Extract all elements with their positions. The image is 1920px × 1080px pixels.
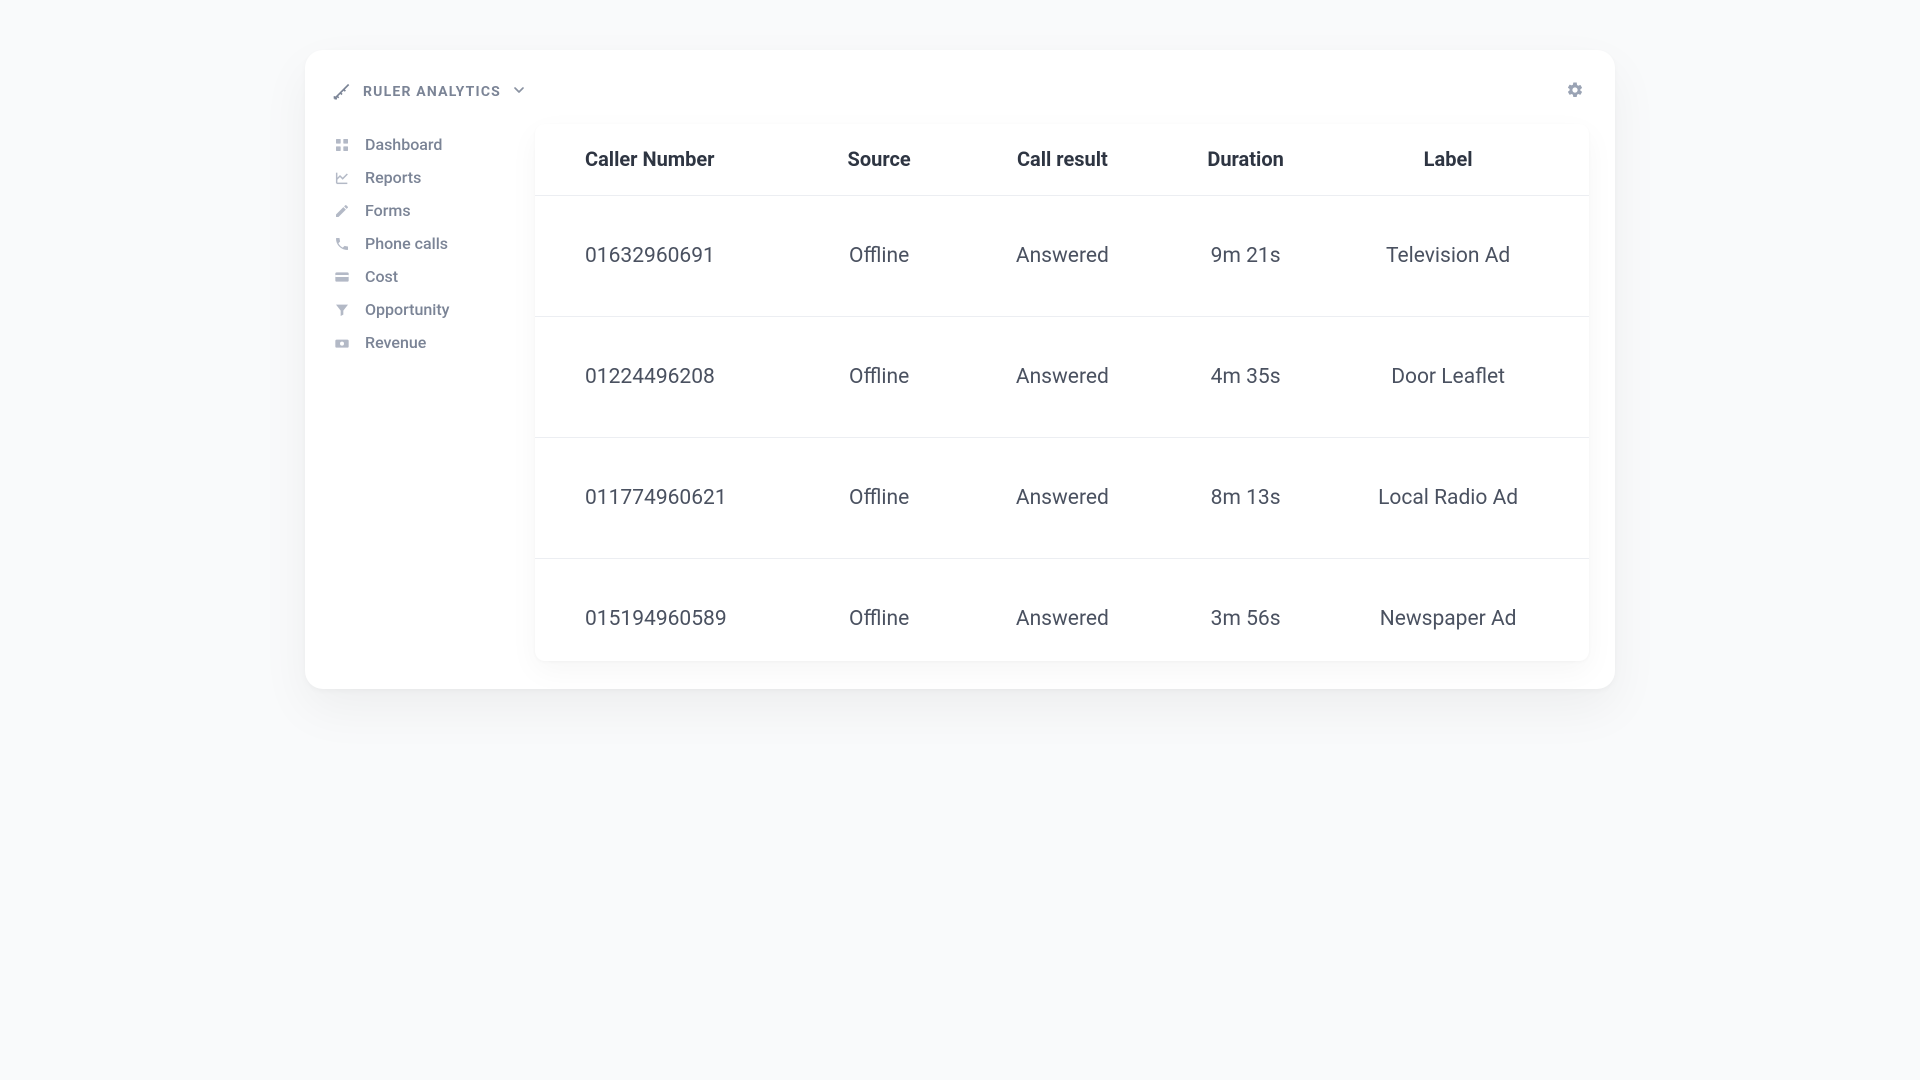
workspace-name: RULER ANALYTICS (363, 84, 501, 100)
sidebar-item-cost[interactable]: Cost (331, 260, 511, 293)
grid-icon (333, 136, 351, 154)
column-header-duration[interactable]: Duration (1154, 146, 1337, 173)
money-icon (333, 334, 351, 352)
ruler-logo-icon (331, 81, 353, 103)
sidebar-item-label: Opportunity (365, 300, 450, 319)
cell-source: Offline (788, 244, 971, 268)
cell-duration: 4m 35s (1154, 365, 1337, 389)
cell-caller-number: 01224496208 (565, 365, 788, 389)
cell-call-result: Answered (971, 607, 1154, 631)
workspace-switcher[interactable]: RULER ANALYTICS (331, 81, 527, 103)
cell-caller-number: 011774960621 (565, 486, 788, 510)
calls-table: Caller Number Source Call result Duratio… (535, 124, 1589, 661)
sidebar-item-label: Forms (365, 201, 411, 220)
sidebar-item-label: Phone calls (365, 234, 448, 253)
phone-icon (333, 235, 351, 253)
table-row[interactable]: 015194960589 Offline Answered 3m 56s New… (535, 559, 1589, 661)
cell-label: Door Leaflet (1337, 365, 1559, 389)
cell-caller-number: 01632960691 (565, 244, 788, 268)
column-header-caller-number[interactable]: Caller Number (565, 146, 788, 173)
sidebar-item-label: Revenue (365, 333, 426, 352)
calls-table-card: Caller Number Source Call result Duratio… (535, 124, 1589, 661)
pencil-icon (333, 202, 351, 220)
sidebar-item-label: Reports (365, 168, 421, 187)
cell-duration: 9m 21s (1154, 244, 1337, 268)
sidebar-item-phone-calls[interactable]: Phone calls (331, 227, 511, 260)
cell-source: Offline (788, 607, 971, 631)
sidebar-item-forms[interactable]: Forms (331, 194, 511, 227)
cell-label: Local Radio Ad (1337, 486, 1559, 510)
cell-source: Offline (788, 365, 971, 389)
cell-duration: 8m 13s (1154, 486, 1337, 510)
sidebar-item-reports[interactable]: Reports (331, 161, 511, 194)
settings-button[interactable] (1561, 78, 1589, 106)
column-header-call-result[interactable]: Call result (971, 146, 1154, 173)
sidebar-item-dashboard[interactable]: Dashboard (331, 128, 511, 161)
cell-call-result: Answered (971, 486, 1154, 510)
cell-duration: 3m 56s (1154, 607, 1337, 631)
table-row[interactable]: 01224496208 Offline Answered 4m 35s Door… (535, 317, 1589, 438)
sidebar-item-label: Cost (365, 267, 398, 286)
cell-caller-number: 015194960589 (565, 607, 788, 631)
cell-call-result: Answered (971, 244, 1154, 268)
cell-label: Newspaper Ad (1337, 607, 1559, 631)
cell-source: Offline (788, 486, 971, 510)
chevron-down-icon (511, 82, 527, 102)
gear-icon (1566, 81, 1584, 103)
chart-icon (333, 169, 351, 187)
sidebar-item-revenue[interactable]: Revenue (331, 326, 511, 359)
column-header-source[interactable]: Source (788, 146, 971, 173)
sidebar-item-label: Dashboard (365, 135, 442, 154)
cell-label: Television Ad (1337, 244, 1559, 268)
table-row[interactable]: 011774960621 Offline Answered 8m 13s Loc… (535, 438, 1589, 559)
body: Dashboard Reports Forms Phone calls (331, 124, 1589, 661)
table-header-row: Caller Number Source Call result Duratio… (535, 124, 1589, 196)
header: RULER ANALYTICS (331, 78, 1589, 106)
funnel-icon (333, 301, 351, 319)
table-row[interactable]: 01632960691 Offline Answered 9m 21s Tele… (535, 196, 1589, 317)
cell-call-result: Answered (971, 365, 1154, 389)
column-header-label[interactable]: Label (1337, 146, 1559, 173)
app-card: RULER ANALYTICS Dashboard (305, 50, 1615, 689)
sidebar: Dashboard Reports Forms Phone calls (331, 124, 511, 661)
credit-card-icon (333, 268, 351, 286)
sidebar-item-opportunity[interactable]: Opportunity (331, 293, 511, 326)
